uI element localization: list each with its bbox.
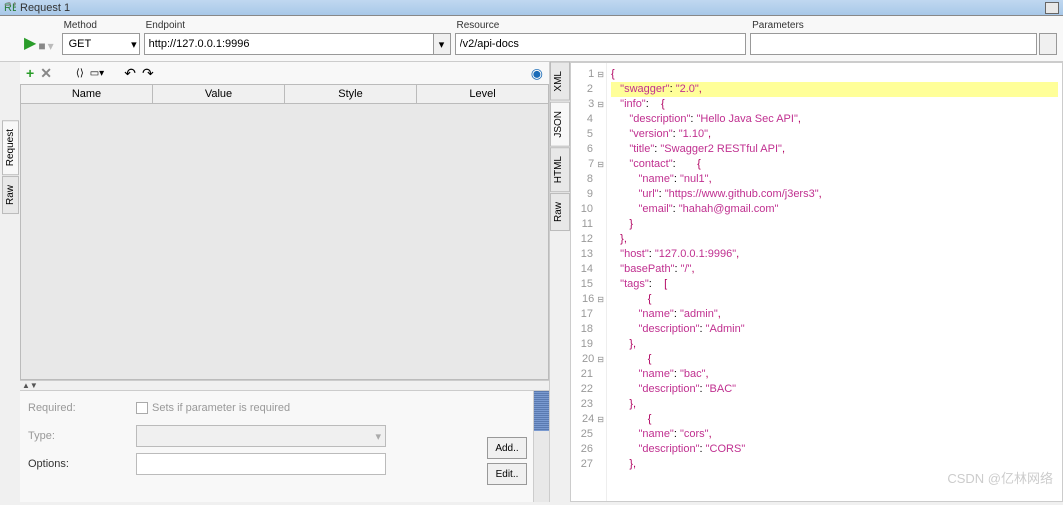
required-checkbox[interactable] [136, 402, 148, 414]
tab-html[interactable]: HTML [550, 147, 570, 192]
stop-button[interactable]: ■ [38, 39, 45, 53]
add-icon[interactable]: + [26, 65, 34, 81]
help-icon[interactable]: ◉ [531, 65, 543, 82]
delete-icon[interactable]: ✕ [40, 65, 52, 82]
response-panel: XML JSON HTML Raw 1⊟23⊟4567⊟891011121314… [550, 62, 1063, 502]
required-label: Required: [28, 402, 136, 414]
required-text: Sets if parameter is required [152, 402, 290, 414]
resource-input[interactable] [455, 33, 747, 55]
method-label: Method [62, 18, 140, 33]
chevron-down-icon: ▾ [375, 430, 381, 443]
line-gutter: 1⊟23⊟4567⊟8910111213141516⊟17181920⊟2122… [571, 63, 607, 501]
collapse-bar[interactable]: ▲▼ [20, 380, 549, 390]
code-content[interactable]: { "swagger": "2.0", "info": { "descripti… [607, 63, 1062, 501]
chevron-down-icon: ▾ [439, 38, 445, 51]
method-value: GET [69, 38, 92, 50]
redo-icon[interactable]: ↷ [142, 65, 154, 82]
right-tabs: XML JSON HTML Raw [550, 62, 570, 502]
col-value[interactable]: Value [153, 85, 285, 103]
col-level[interactable]: Level [417, 85, 548, 103]
chevron-down-icon: ▾ [131, 38, 137, 51]
maximize-button[interactable] [1045, 2, 1059, 14]
params-table-header: Name Value Style Level [20, 84, 549, 104]
tab-raw-left[interactable]: Raw [2, 176, 19, 214]
endpoint-dropdown-button[interactable]: ▾ [433, 33, 451, 55]
request-icon: REST [4, 2, 16, 14]
tool-icon-2[interactable]: ▭▾ [90, 68, 104, 79]
parameters-expand-button[interactable] [1039, 33, 1057, 55]
col-style[interactable]: Style [285, 85, 417, 103]
type-label: Type: [28, 430, 136, 442]
undo-icon[interactable]: ↶ [124, 65, 136, 82]
col-name[interactable]: Name [21, 85, 153, 103]
tool-icon-1[interactable]: ⟨⟩ [76, 68, 84, 79]
endpoint-input[interactable] [144, 33, 433, 55]
options-label: Options: [28, 458, 136, 470]
run-button[interactable]: ▶ [24, 33, 36, 53]
request-toolbar: ▶ ■ ▾ Method GET ▾ Endpoint ▾ Resource P… [0, 16, 1063, 62]
parameters-input[interactable] [750, 33, 1037, 55]
json-viewer[interactable]: 1⊟23⊟4567⊟8910111213141516⊟17181920⊟2122… [570, 62, 1063, 502]
watermark: CSDN @亿林网络 [947, 468, 1053, 487]
parameters-label: Parameters [750, 18, 1057, 33]
main-content: Request Raw + ✕ ⟨⟩ ▭▾ ↶ ↷ ◉ Name Value S… [0, 62, 1063, 502]
tab-xml[interactable]: XML [550, 62, 570, 101]
request-panel: + ✕ ⟨⟩ ▭▾ ↶ ↷ ◉ Name Value Style Level ▲… [20, 62, 550, 502]
endpoint-label: Endpoint [144, 18, 451, 33]
type-select[interactable]: ▾ [136, 425, 386, 447]
params-table-body[interactable] [20, 104, 549, 380]
options-input[interactable] [136, 453, 386, 475]
add-button[interactable]: Add.. [487, 437, 527, 459]
properties-panel: Required: Sets if parameter is required … [20, 390, 549, 502]
tab-json[interactable]: JSON [550, 102, 570, 147]
left-tabs: Request Raw [0, 62, 20, 502]
stop-button-2[interactable]: ▾ [48, 39, 54, 53]
resource-label: Resource [455, 18, 747, 33]
svg-text:ST: ST [4, 2, 16, 9]
edit-button[interactable]: Edit.. [487, 463, 527, 485]
properties-scrollbar[interactable] [533, 391, 549, 502]
tab-raw-right[interactable]: Raw [550, 193, 570, 231]
window-title: Request 1 [20, 2, 70, 14]
panel-toolbar: + ✕ ⟨⟩ ▭▾ ↶ ↷ ◉ [20, 62, 549, 84]
method-select[interactable]: GET ▾ [62, 33, 140, 55]
window-title-bar: REST Request 1 [0, 0, 1063, 16]
tab-request[interactable]: Request [2, 120, 19, 175]
